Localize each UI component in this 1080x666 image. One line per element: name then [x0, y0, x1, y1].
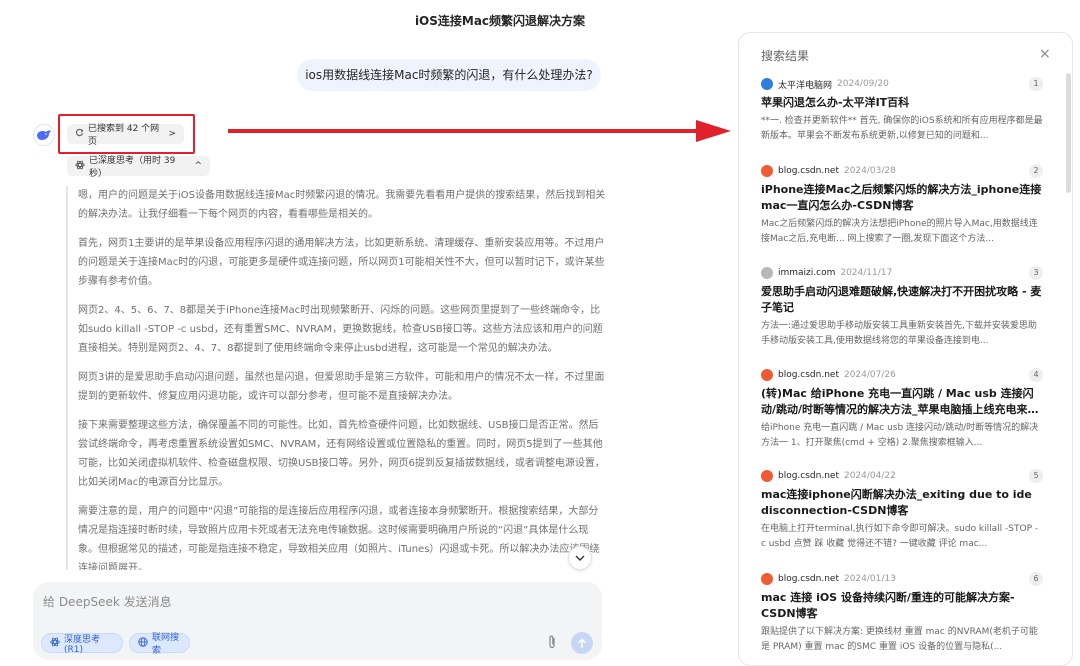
site-favicon-icon — [761, 78, 773, 90]
refresh-search-icon — [75, 128, 84, 140]
result-snippet: **一. 检查并更新软件** 首先, 确保你的iOS系统和所有应用程序都是最新版… — [761, 116, 1043, 141]
chevron-right-icon: > — [168, 129, 176, 139]
search-results-title: 搜索结果 — [761, 49, 810, 63]
search-result-item[interactable]: blog.csdn.net 2024/04/22 5 mac连接iphone闪断… — [761, 469, 1043, 552]
annotation-arrow-icon — [228, 120, 731, 142]
reasoning-paragraph: 嗯，用户的问题是关于iOS设备用数据线连接Mac时频繁闪退的情况。我需要先看看用… — [78, 190, 606, 220]
search-result-item[interactable]: 太平洋电脑网 2024/09/20 1 苹果闪退怎么办-太平洋IT百科 **一.… — [761, 77, 1043, 144]
result-index-badge: 1 — [1029, 77, 1043, 91]
reasoning-paragraph: 接下来需要整理这些方法，确保覆盖不同的可能性。比如，首先检查硬件问题，比如数据线… — [78, 420, 605, 488]
result-title[interactable]: 苹果闪退怎么办-太平洋IT百科 — [761, 95, 1043, 111]
result-snippet: 方法一:通过爱思助手移动版安装工具重新安装首先,下载并安装爱思助手移动版安装工具… — [761, 321, 1037, 346]
result-site: blog.csdn.net — [778, 574, 839, 584]
result-date: 2024/11/17 — [840, 268, 893, 278]
site-favicon-icon — [761, 369, 773, 381]
web-search-toggle[interactable]: 联网搜索 — [129, 633, 190, 656]
result-site: blog.csdn.net — [778, 370, 839, 380]
result-snippet: 跟贴提供了以下解决方案: 更换线材 重置 mac 的NVRAM(老机子可能是 P… — [761, 627, 1038, 652]
attach-button[interactable] — [543, 632, 561, 652]
result-index-badge: 5 — [1029, 469, 1043, 483]
reasoning-paragraph: 需要注意的是，用户的问题中“闪退”可能指的是连接后应用程序闪退，或者连接本身频繁… — [78, 506, 600, 570]
atom-icon — [50, 637, 60, 650]
result-snippet: 在电脑上打开terminal,执行如下命令即可解决。sudo killall -… — [761, 524, 1039, 549]
scroll-to-bottom-button[interactable] — [568, 546, 592, 570]
deepseek-whale-icon — [33, 124, 55, 146]
reasoning-paragraph: 首先，网页1主要讲的是苹果设备应用程序闪退的通用解决方法，比如更新系统、清理缓存… — [78, 238, 605, 287]
paperclip-icon — [549, 635, 555, 649]
result-site: 太平洋电脑网 — [778, 80, 833, 91]
search-result-item[interactable]: blog.csdn.net 2024/01/13 6 mac 连接 iOS 设备… — [761, 572, 1043, 655]
result-snippet: 给iPhone 充电一直闪跳 / Mac usb 连接闪动/跳动/时断等情况的解… — [761, 423, 1039, 448]
atom-icon — [75, 160, 85, 173]
result-title[interactable]: iPhone连接Mac之后频繁闪烁的解决方法_iphone连接mac一直闪怎么办… — [761, 182, 1043, 214]
result-index-badge: 6 — [1029, 572, 1043, 586]
chevron-up-icon: ^ — [194, 161, 202, 171]
site-favicon-icon — [761, 573, 773, 585]
site-favicon-icon — [761, 470, 773, 482]
search-result-item[interactable]: immaizi.com 2024/11/17 3 爱思助手启动闪退难题破解,快速… — [761, 266, 1043, 349]
deep-think-chip[interactable]: 已深度思考（用时 39 秒） ^ — [67, 156, 210, 179]
reasoning-panel: 嗯，用户的问题是关于iOS设备用数据线连接Mac时频繁闪退的情况。我需要先看看用… — [66, 186, 606, 570]
close-icon[interactable]: × — [1039, 46, 1051, 62]
deep-think-toggle[interactable]: 深度思考 (R1) — [41, 633, 123, 655]
send-button[interactable] — [571, 632, 593, 654]
search-results-chip[interactable]: 已搜索到 42 个网页 > — [67, 124, 184, 147]
reasoning-paragraph: 网页3讲的是爱思助手启动闪退问题，虽然也是闪退，但爱思助手是第三方软件，可能和用… — [78, 372, 605, 402]
result-index-badge: 2 — [1029, 164, 1043, 178]
search-result-item[interactable]: blog.csdn.net 2024/03/28 2 iPhone连接Mac之后… — [761, 164, 1043, 247]
site-favicon-icon — [761, 165, 773, 177]
panel-scrollbar[interactable] — [1066, 73, 1071, 193]
deep-think-label: 已深度思考（用时 39 秒） — [89, 156, 176, 179]
deep-think-toggle-label: 深度思考 (R1) — [64, 634, 101, 655]
result-title[interactable]: (转)Mac 给iPhone 充电一直闪跳 / Mac usb 连接闪动/跳动/… — [761, 386, 1043, 418]
result-date: 2024/07/26 — [843, 370, 896, 380]
result-date: 2024/09/20 — [837, 79, 889, 89]
result-date: 2024/04/22 — [843, 471, 896, 481]
site-favicon-icon — [761, 267, 773, 279]
page-title: iOS连接Mac频繁闪退解决方案 — [414, 14, 586, 28]
chevron-down-icon — [575, 555, 585, 561]
result-index-badge: 4 — [1029, 368, 1043, 382]
result-site: blog.csdn.net — [778, 166, 839, 176]
search-results-panel: 搜索结果 × 太平洋电脑网 2024/09/20 1 苹果闪退怎么办-太平洋IT… — [738, 32, 1073, 666]
result-date: 2024/01/13 — [843, 574, 896, 584]
result-snippet: Mac之后频繁闪烁的解决方法想把iPhone的照片导入Mac,用数据线连接Mac… — [761, 219, 1038, 244]
web-search-toggle-label: 联网搜索 — [152, 633, 180, 656]
result-title[interactable]: 爱思助手启动闪退难题破解,快速解决打不开困扰攻略 - 麦子笔记 — [761, 284, 1043, 316]
globe-icon — [138, 636, 148, 650]
result-site: immaizi.com — [778, 268, 836, 278]
search-chip-label: 已搜索到 42 个网页 — [88, 124, 160, 147]
result-date: 2024/03/28 — [843, 166, 896, 176]
result-title[interactable]: mac连接iphone闪断解决办法_exiting due to ide dis… — [761, 487, 1043, 519]
arrow-up-icon — [577, 637, 587, 648]
search-result-item[interactable]: blog.csdn.net 2024/07/26 4 (转)Mac 给iPhon… — [761, 368, 1043, 451]
reasoning-paragraph: 网页2、4、5、6、7、8都是关于iPhone连接Mac时出现频繁断开、闪烁的问… — [78, 305, 603, 354]
user-message-bubble: ios用数据线连接Mac时频繁的闪退，有什么处理办法? — [297, 59, 601, 91]
result-index-badge: 3 — [1029, 266, 1043, 280]
message-input[interactable] — [43, 592, 543, 612]
result-title[interactable]: mac 连接 iOS 设备持续闪断/重连的可能解决方案-CSDN博客 — [761, 590, 1043, 622]
result-site: blog.csdn.net — [778, 471, 839, 481]
message-composer: 深度思考 (R1) 联网搜索 — [33, 582, 602, 660]
